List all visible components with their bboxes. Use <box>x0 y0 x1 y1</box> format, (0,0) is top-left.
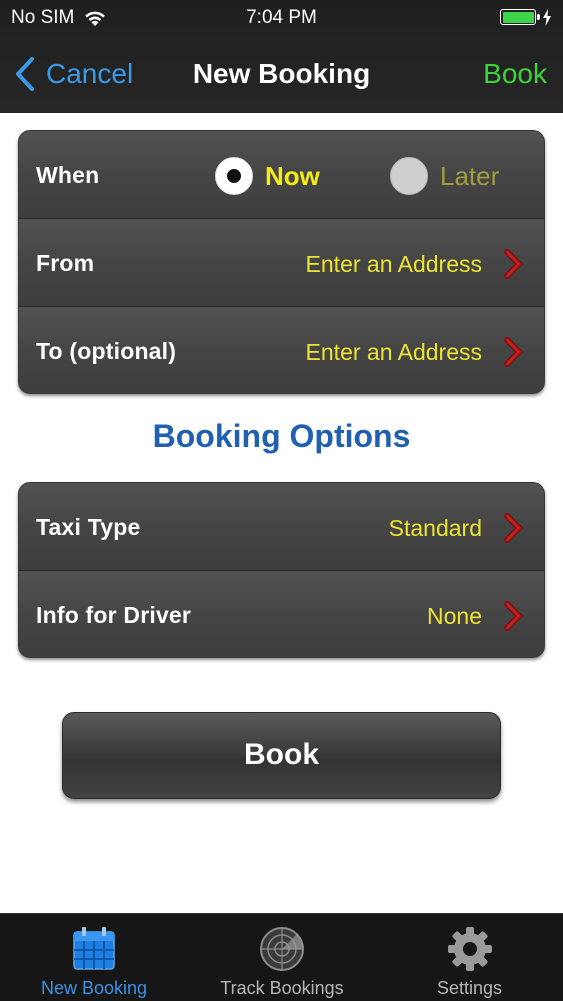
taxi-type-value: Standard <box>388 515 482 541</box>
cancel-button[interactable]: Cancel <box>14 56 133 92</box>
driver-info-value: None <box>427 603 482 629</box>
when-label: When <box>36 162 100 188</box>
trip-details-card: When Now Later From Enter an Address To … <box>18 130 545 394</box>
nav-book-button[interactable]: Book <box>483 58 547 90</box>
chevron-left-icon <box>16 57 34 91</box>
section-title: Booking Options <box>152 418 411 454</box>
tab-new-booking[interactable]: New Booking <box>0 914 188 1001</box>
chevron-right-icon <box>504 513 524 543</box>
book-button[interactable]: Book <box>62 712 501 799</box>
top-bar: No SIM 7:04 PM Cancel New Booking Book <box>0 0 563 113</box>
tab-label: Settings <box>436 978 503 998</box>
radar-icon <box>260 927 304 971</box>
cancel-label: Cancel <box>46 58 134 89</box>
chevron-right-icon <box>504 337 524 367</box>
when-later-radio[interactable]: Later <box>390 157 499 195</box>
when-row: When Now Later <box>19 131 544 219</box>
chevron-right-icon <box>504 249 524 279</box>
driver-info-row[interactable]: Info for Driver None <box>19 571 544 657</box>
radio-unselected-icon <box>390 157 428 195</box>
tab-label: New Booking <box>40 978 148 998</box>
driver-info-label: Info for Driver <box>36 602 192 628</box>
battery-icon <box>500 9 540 25</box>
tab-settings[interactable]: Settings <box>376 914 563 1001</box>
status-bar: No SIM 7:04 PM <box>0 0 563 36</box>
when-now-radio[interactable]: Now <box>215 157 320 195</box>
to-label: To (optional) <box>36 338 177 364</box>
to-row[interactable]: To (optional) Enter an Address <box>19 307 544 393</box>
charging-bolt-icon <box>543 9 551 26</box>
tab-bar: New Booking Track Bookings Settings <box>0 913 563 1001</box>
tab-label: Track Bookings <box>220 978 344 998</box>
tab-track-bookings[interactable]: Track Bookings <box>188 914 376 1001</box>
taxi-type-row[interactable]: Taxi Type Standard <box>19 483 544 571</box>
taxi-type-label: Taxi Type <box>36 514 141 540</box>
chevron-right-icon <box>504 601 524 631</box>
from-address-value: Enter an Address <box>305 251 482 277</box>
calendar-icon <box>73 927 115 970</box>
now-option-label: Now <box>265 160 320 191</box>
navigation-bar: Cancel New Booking Book <box>0 40 563 110</box>
gear-icon <box>447 927 492 971</box>
status-time: 7:04 PM <box>246 7 317 28</box>
radio-selected-icon <box>215 157 253 195</box>
from-row[interactable]: From Enter an Address <box>19 219 544 307</box>
later-option-label: Later <box>440 160 500 191</box>
booking-options-card: Taxi Type Standard Info for Driver None <box>18 482 545 658</box>
to-address-value: Enter an Address <box>305 339 482 365</box>
from-label: From <box>36 250 95 276</box>
